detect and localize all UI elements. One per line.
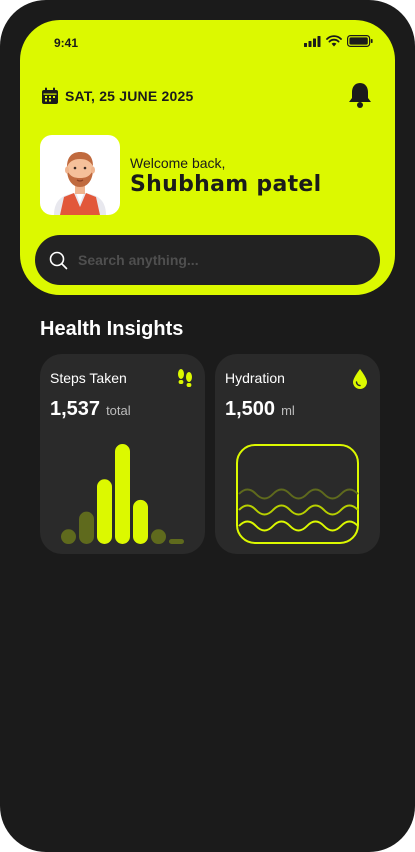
user-name: Shubham patel	[130, 172, 322, 197]
current-date: SAT, 25 JUNE 2025	[65, 88, 194, 104]
status-time: 9:41	[54, 36, 79, 50]
steps-bar	[133, 499, 148, 544]
header-panel: 9:41 SAT, 25 JUNE 2025 Welcome back, Shu…	[20, 20, 395, 295]
steps-bar	[79, 511, 94, 544]
hydration-card[interactable]: Hydration 1,500 ml	[215, 354, 380, 554]
search-bar[interactable]	[35, 235, 380, 285]
steps-card[interactable]: Steps Taken 1,537 total	[40, 354, 205, 554]
water-tank-graphic	[236, 444, 359, 544]
steps-bar	[151, 529, 166, 544]
steps-bar	[61, 529, 76, 544]
steps-bar	[169, 539, 184, 544]
user-avatar-illustration	[54, 152, 106, 215]
battery-icon	[347, 35, 373, 47]
search-icon	[49, 251, 68, 269]
phone-screen: 9:41 SAT, 25 JUNE 2025 Welcome back, Shu…	[0, 0, 415, 852]
steps-bar-chart	[61, 444, 184, 544]
welcome-text: Welcome back,	[130, 155, 226, 171]
steps-bar	[115, 444, 130, 544]
wifi-icon	[326, 35, 342, 47]
search-input[interactable]	[78, 252, 338, 268]
status-bar: 9:41	[20, 20, 395, 70]
steps-bar	[97, 479, 112, 544]
status-icons	[304, 35, 373, 47]
bell-icon[interactable]	[347, 81, 373, 109]
section-title-health-insights: Health Insights	[40, 318, 184, 340]
signal-icon	[304, 35, 321, 47]
calendar-icon	[42, 87, 58, 104]
date-row: SAT, 25 JUNE 2025	[41, 87, 193, 105]
avatar[interactable]	[40, 135, 120, 215]
